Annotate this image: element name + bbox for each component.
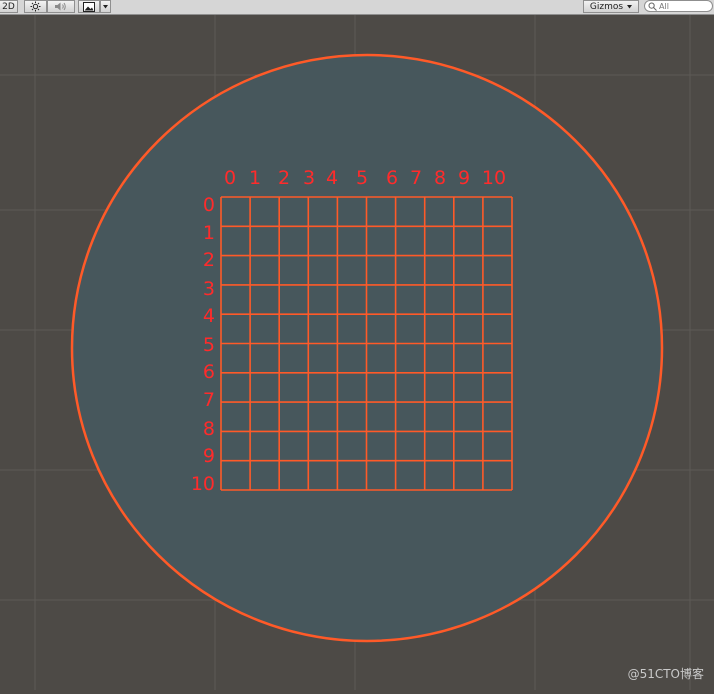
scene-search-field[interactable]: All [644,0,713,12]
scene-lighting-button[interactable] [24,0,47,13]
gizmos-label: Gizmos [590,2,623,12]
effects-dropdown-button[interactable] [100,0,111,13]
row-label: 4 [203,305,215,327]
column-label: 3 [303,167,315,189]
column-label: 4 [326,167,338,189]
column-label: 7 [410,167,422,189]
row-label: 10 [191,473,215,495]
2d-mode-label: 2D [2,2,15,12]
column-label: 5 [356,167,368,189]
scene-toolbar: 2D Gizmos [0,0,714,15]
scene-effects-button[interactable] [78,0,100,13]
speaker-icon [54,1,68,12]
column-label: 9 [458,167,470,189]
column-label: 6 [386,167,398,189]
watermark: @51CTO博客 [628,665,704,682]
row-label: 2 [203,249,215,271]
column-label: 2 [278,167,290,189]
scene-viewport[interactable]: 012345678910 012345678910 [0,15,714,690]
chevron-down-icon [627,5,632,9]
row-label: 7 [203,389,215,411]
search-placeholder: All [659,2,669,11]
row-label: 6 [203,361,215,383]
image-icon [83,2,95,12]
row-label: 3 [203,278,215,300]
row-label: 9 [203,445,215,467]
sun-icon [30,1,41,12]
row-label: 0 [203,194,215,216]
search-icon [648,2,657,11]
column-label: 0 [224,167,236,189]
column-label: 8 [434,167,446,189]
scene-canvas[interactable]: 012345678910 012345678910 [0,15,714,690]
gizmos-dropdown[interactable]: Gizmos [583,0,639,13]
column-label: 1 [249,167,261,189]
scene-audio-button[interactable] [47,0,75,13]
2d-mode-button[interactable]: 2D [0,0,18,13]
row-label: 1 [203,222,215,244]
chevron-down-icon [103,5,108,9]
column-label: 10 [482,167,506,189]
row-label: 8 [203,418,215,440]
row-label: 5 [203,334,215,356]
